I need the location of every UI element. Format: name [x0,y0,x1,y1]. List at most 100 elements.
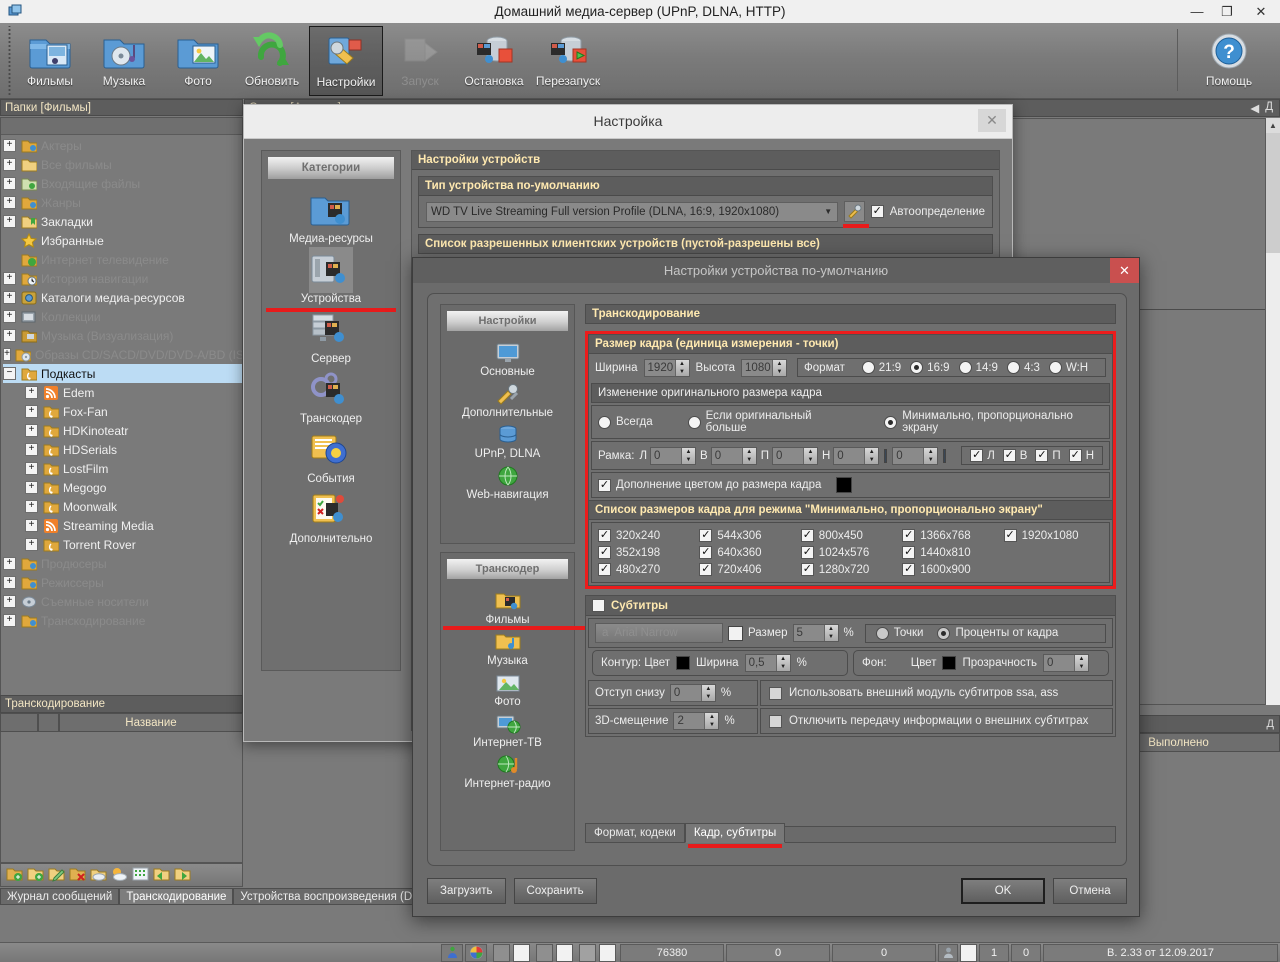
transcoding-tab-0[interactable]: Формат, кодеки [585,823,685,843]
tree-expander[interactable]: + [3,329,16,342]
tree-expander[interactable]: + [3,215,16,228]
size-option-1600x900[interactable]: ✓1600x900 [902,563,1001,576]
bottom-tab[interactable]: Устройства воспроизведения (DMR) [233,888,440,905]
size-checkbox[interactable]: ✓ [598,546,611,559]
frame-extra-arrows[interactable]: ▲▼ [923,448,937,464]
tree-expander[interactable]: + [3,272,16,285]
weather-icon[interactable] [111,866,128,885]
toolbar-button-help[interactable]: ? Помощь [1192,26,1266,96]
tree-expander[interactable]: + [25,424,38,437]
frame-field-input[interactable] [834,448,864,464]
format-radio[interactable] [910,361,923,374]
subtitle-unit-option-0[interactable]: Точки [876,627,924,640]
tree-item[interactable]: +Edem [3,383,242,402]
palette-icon[interactable] [465,944,487,962]
subtitle-outline-width-arrows[interactable]: ▲▼ [776,655,790,671]
profile-edit-button[interactable] [844,201,865,222]
tree-item[interactable]: +Torrent Rover [3,535,242,554]
save-button[interactable]: Сохранить [514,878,597,904]
subtitle-bottom-offset-arrows[interactable]: ▲▼ [701,685,715,701]
subtitle-size-spinner[interactable]: ▲▼ [793,624,839,642]
size-option-1920x1080[interactable]: ✓1920x1080 [1004,529,1103,542]
tree-expander[interactable]: + [3,177,16,190]
frame-check-box[interactable]: ✓ [1035,449,1048,462]
device-nav-transcoder-list[interactable]: ФильмыМузыкаФотоИнтернет-ТВИнтернет-ради… [441,579,574,790]
size-option-1280x720[interactable]: ✓1280x720 [801,563,900,576]
category-item-5[interactable]: Дополнительно [262,487,400,545]
tree-filter-bar[interactable] [1,118,242,135]
tree-expander[interactable]: + [25,386,38,399]
nav-item-основные[interactable]: Основные [441,340,574,378]
subtitles-enable-checkbox[interactable]: ✓ [592,599,605,612]
device-profile-select[interactable]: WD TV Live Streaming Full version Profil… [426,202,838,222]
category-item-4[interactable]: События [262,427,400,485]
nav-item-фильмы[interactable]: Фильмы [441,588,574,626]
transcode-col-1[interactable] [38,713,59,732]
toolbar-button-music[interactable]: Музыка [87,26,161,96]
frame-check-box[interactable]: ✓ [970,449,983,462]
nav-item-интернет-тв[interactable]: Интернет-ТВ [441,711,574,749]
frame-margin-fields[interactable]: Л▲▼В▲▼П▲▼Н▲▼ [639,447,879,465]
tree-item[interactable]: +Музыка (Визуализация) [3,326,242,345]
close-button[interactable]: ✕ [1242,0,1280,23]
scrollbar-thumb[interactable] [1266,133,1280,253]
size-option-320x240[interactable]: ✓320x240 [598,529,697,542]
tree-item[interactable]: +LostFilm [3,459,242,478]
tree-item[interactable]: +Продюсеры [3,554,242,573]
tree-expander[interactable]: + [3,576,16,589]
nav-item-музыка[interactable]: Музыка [441,629,574,667]
scrollbar-up-button[interactable]: ▲ [1266,118,1280,133]
tree-expander[interactable]: + [25,462,38,475]
toolbar-button-movies[interactable]: Фильмы [13,26,87,96]
tree-item[interactable]: +Образы CD/SACD/DVD/DVD-A/BD (ISO) [3,345,242,364]
height-spinner[interactable]: ▲▼ [741,359,787,377]
import-folder-icon[interactable] [174,866,191,885]
frame-field-input[interactable] [651,448,681,464]
format-radio-group[interactable]: 21:916:914:94:3W:H [851,361,1099,374]
toggle-b-on[interactable] [556,944,573,962]
toolbar-button-refresh[interactable]: Обновить [235,26,309,96]
frame-check-П[interactable]: ✓П [1035,449,1060,462]
resize-mode-radio[interactable] [688,416,701,429]
frame-size-list[interactable]: ✓320x240✓544x306✓800x450✓1366x768✓1920x1… [591,522,1110,583]
pad-color-checkbox[interactable]: ✓ [598,479,611,492]
size-option-1024x576[interactable]: ✓1024x576 [801,546,900,559]
subtitle-outline-color-swatch[interactable] [676,656,690,670]
subtitle-outline-width-spinner[interactable]: ▲▼ [745,654,791,672]
shift3d-input[interactable] [674,713,704,729]
subtitle-unit-radio[interactable] [876,627,889,640]
external-module-checkbox[interactable]: ✓ [769,687,782,700]
transcode-col-name[interactable]: Название [59,713,243,732]
toolbar-button-restart[interactable]: Перезапуск [531,26,605,96]
subtitle-bg-alpha-input[interactable] [1044,655,1074,671]
export-folder-icon[interactable] [153,866,170,885]
tree-item[interactable]: Интернет телевидение [3,250,242,269]
cancel-button[interactable]: Отмена [1053,878,1127,904]
transcoding-tab-1[interactable]: Кадр, субтитры [685,823,785,843]
autodetect-checkbox[interactable]: ✓ [871,205,884,218]
frame-field-arrows[interactable]: ▲▼ [742,448,756,464]
format-radio[interactable] [1049,361,1062,374]
resize-mode-1[interactable]: Если оригинальный больше [688,410,850,434]
frame-check-Л[interactable]: ✓Л [970,449,995,462]
pin-icon[interactable]: Д [1267,718,1274,730]
tree-expander[interactable]: + [25,519,38,532]
toggle-c-off[interactable] [579,944,596,962]
toggle-c-on[interactable] [599,944,616,962]
frame-field-П[interactable]: П▲▼ [761,447,818,465]
tree-item[interactable]: +Fox-Fan [3,402,242,421]
size-checkbox[interactable]: ✓ [1004,529,1017,542]
subtitle-bg-alpha-spinner[interactable]: ▲▼ [1043,654,1089,672]
tree-expander[interactable]: + [3,595,16,608]
collapse-left-icon[interactable]: ◀ [1250,101,1259,115]
size-checkbox[interactable]: ✓ [902,546,915,559]
resize-mode-2[interactable]: Минимально, пропорционально экрану [884,410,1103,434]
category-item-2[interactable]: Сервер [262,307,400,365]
nav-item-upnp, dlna[interactable]: UPnP, DLNA [441,422,574,460]
frame-check-В[interactable]: ✓В [1003,449,1028,462]
toolbar-button-stop[interactable]: Остановка [457,26,531,96]
format-option-0[interactable]: 21:9 [862,361,901,374]
frame-field-input[interactable] [712,448,742,464]
tree-expander[interactable]: − [3,367,16,380]
size-checkbox[interactable]: ✓ [801,529,814,542]
